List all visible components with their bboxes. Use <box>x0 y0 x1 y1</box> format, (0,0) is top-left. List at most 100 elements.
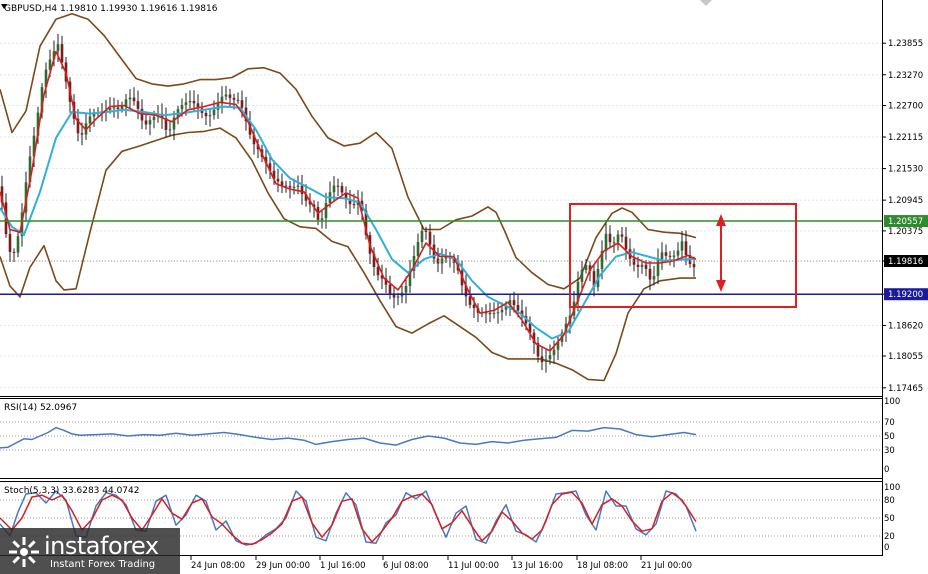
candle-body <box>180 104 184 110</box>
time-tick-label: 13 Jul 16:00 <box>512 561 563 571</box>
candle-body <box>168 129 172 131</box>
candle-body <box>80 133 84 135</box>
price-tick-label: 1.23270 <box>888 71 923 81</box>
candle-body <box>496 312 500 314</box>
stoch-tick-label: 0 <box>884 543 889 553</box>
candle-body <box>540 356 544 363</box>
time-tick-label: 11 Jul 00:00 <box>448 561 499 571</box>
price-axis: 1.23855 1.23270 1.22700 1.22115 1.21530 1.209… <box>882 39 928 394</box>
candle-body <box>144 120 148 125</box>
candle-body <box>132 97 136 102</box>
price-tick-label: 1.21530 <box>888 165 923 175</box>
candle-body <box>116 107 120 110</box>
candle-body <box>288 186 292 188</box>
candle-body <box>648 268 652 280</box>
candle-body <box>424 230 428 232</box>
candle-body <box>188 100 192 103</box>
stoch-tick-label: 20 <box>884 532 895 542</box>
candle-body <box>672 255 676 257</box>
price-tick-label: 1.18620 <box>888 322 923 332</box>
candle-body <box>324 203 328 219</box>
candle-body <box>240 100 244 108</box>
price-level-label: 1.19200 <box>888 290 923 300</box>
candle-body <box>292 186 296 188</box>
time-tick-label: 21 Jul 00:00 <box>641 561 692 571</box>
candle-body <box>60 44 64 63</box>
candle-body <box>212 109 216 116</box>
candle-body <box>620 234 624 237</box>
candle-body <box>228 94 232 98</box>
stoch-tick-label: 80 <box>884 496 895 506</box>
rsi-axis: 100 70 50 30 0 <box>884 397 900 475</box>
candle-body <box>152 116 156 121</box>
candle-body <box>676 250 680 256</box>
candle-body <box>512 300 516 305</box>
candle-body <box>208 115 212 117</box>
price-tick-label: 1.20375 <box>888 227 923 237</box>
candle-body <box>516 304 520 311</box>
candle-body <box>136 101 140 109</box>
candle-body <box>468 296 472 305</box>
chart-title: GBPUSD,H4 1.19810 1.19930 1.19616 1.1981… <box>4 4 218 14</box>
price-chart-window[interactable]: GBPUSD,H4 1.19810 1.19930 1.19616 1.1981… <box>0 0 928 574</box>
candle-body <box>680 241 684 251</box>
price-tick-label: 1.22115 <box>888 133 923 143</box>
candle-body <box>656 259 660 277</box>
candle-body <box>300 185 304 195</box>
price-level-label: 1.19816 <box>888 257 923 267</box>
rsi-tick-label: 30 <box>884 446 895 456</box>
candle-body <box>684 241 688 256</box>
candle-body <box>232 97 236 100</box>
candle-body <box>396 296 400 298</box>
candle-body <box>640 264 644 267</box>
rsi-label: RSI(14) 52.0967 <box>4 403 77 413</box>
candle-body <box>276 178 280 182</box>
candle-body <box>340 186 344 193</box>
candle-body <box>580 270 584 282</box>
candle-body <box>604 233 608 252</box>
candle-body <box>428 231 432 245</box>
candle-body <box>632 258 636 265</box>
time-tick-label: 24 Jun 08:00 <box>191 561 245 571</box>
time-axis: 24 Jun 08:00 29 Jun 00:00 1 Jul 16:00 6 Jul… <box>190 556 692 571</box>
rsi-tick-label: 70 <box>884 418 895 428</box>
candle-body <box>608 233 612 243</box>
time-tick-label: 6 Jul 08:00 <box>383 561 429 571</box>
instaforex-watermark: instaforex Instant Forex Trading <box>0 528 180 574</box>
stoch-tick-label: 50 <box>884 514 895 524</box>
candle-body <box>56 44 60 52</box>
candle-body <box>624 236 628 250</box>
candle-body <box>128 97 132 100</box>
candle-body <box>236 99 240 101</box>
stoch-label: Stoch(5,3,3) 33.6283 44.0742 <box>4 486 139 496</box>
price-tick-label: 1.18055 <box>888 352 923 362</box>
price-level-label: 1.20557 <box>888 217 923 227</box>
candle-body <box>692 263 696 268</box>
price-tick-label: 1.22700 <box>888 101 923 111</box>
candle-body <box>668 255 672 257</box>
candle-body <box>660 252 664 260</box>
candle-body <box>88 116 92 124</box>
rsi-tick-label: 100 <box>884 397 900 407</box>
candle-body <box>336 185 340 187</box>
rsi-panel: RSI(14) 52.0967 <box>0 398 882 478</box>
stoch-tick-label: 100 <box>884 483 900 493</box>
candle-body <box>652 276 656 280</box>
candle-body <box>644 264 648 269</box>
candle-body <box>404 286 408 293</box>
candle-body <box>320 218 324 220</box>
candle-body <box>488 312 492 314</box>
rsi-tick-label: 50 <box>884 432 895 442</box>
candle-body <box>148 120 152 125</box>
time-tick-label: 29 Jun 00:00 <box>256 561 310 571</box>
candle-body <box>612 242 616 244</box>
watermark-tagline: Instant Forex Trading <box>50 559 156 570</box>
candle-body <box>388 284 392 294</box>
candle-body <box>584 265 588 271</box>
candle-body <box>616 234 620 243</box>
candle-body <box>16 236 20 253</box>
candle-body <box>636 264 640 267</box>
candle-body <box>416 242 420 256</box>
candle-body <box>352 204 356 206</box>
candle-body <box>112 107 116 109</box>
